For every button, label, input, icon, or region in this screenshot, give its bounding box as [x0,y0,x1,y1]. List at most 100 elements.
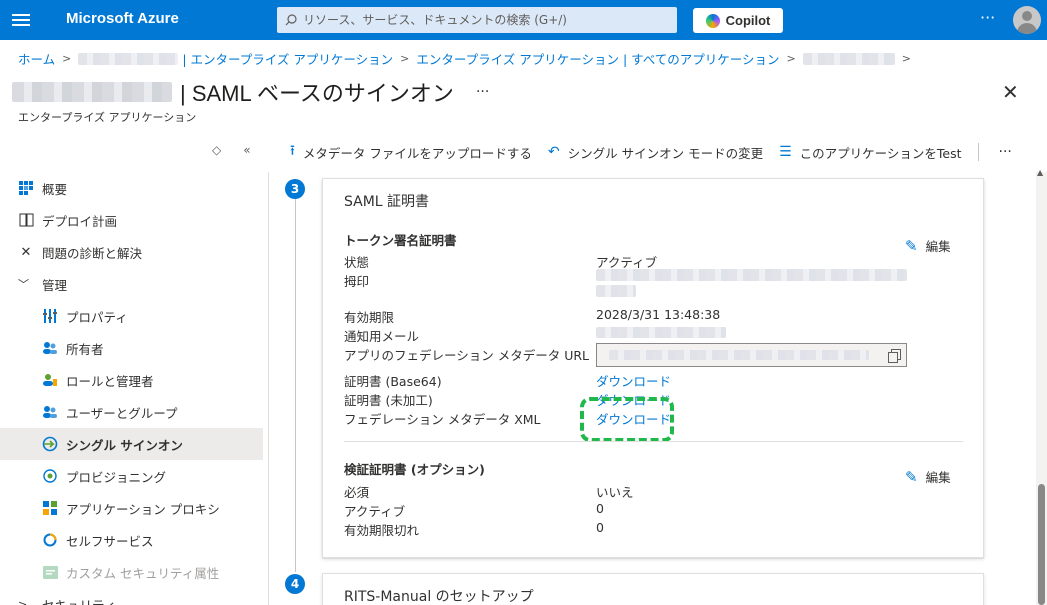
avatar[interactable] [1013,6,1041,34]
step-connector [295,197,296,572]
sidebar-item-roles[interactable]: ロールと管理者 [0,364,263,396]
change-sso-mode-label: シングル サインオン モードの変更 [567,145,764,161]
redacted-url [609,350,869,360]
section-divider [344,441,963,442]
notification-email-label: 通知用メール [344,329,420,344]
self-service-icon [42,532,58,548]
undo-icon: ↶ [547,144,560,160]
chevron-right-icon: > [18,597,28,605]
pane-divider [268,172,269,605]
app-proxy-icon [42,500,58,516]
chevron-right-icon: > [62,52,72,65]
collapse-icon[interactable]: « [243,143,250,157]
test-app-label: このアプリケーションをTest [799,145,962,161]
sidebar-item-label: プロビジョニング [66,469,167,485]
sidebar-item-self-service[interactable]: セルフサービス [0,524,263,556]
nav-tools: ◇ « [212,143,251,157]
copilot-button[interactable]: Copilot [693,8,783,33]
sidebar-item-label: アプリケーション プロキシ [66,501,220,517]
required-label: 必須 [344,485,370,500]
cert-raw-label: 証明書 (未加工) [344,393,433,408]
breadcrumb-home[interactable]: ホーム [18,49,55,68]
change-sso-mode-button[interactable]: ↶ シングル サインオン モードの変更 [548,143,763,162]
sidebar-item-app-proxy[interactable]: アプリケーション プロキシ [0,492,263,524]
sidebar-item-security[interactable]: > セキュリティ [0,588,263,605]
redacted-text [78,52,179,65]
step-badge: 4 [285,574,305,594]
chevron-down-icon: ﹀ [18,278,29,291]
sidebar-item-custom-attributes: カスタム セキュリティ属性 [0,556,263,588]
download-base64-link[interactable]: ダウンロード [596,371,671,390]
sidebar-item-label: デプロイ計画 [42,213,118,229]
expiration-value: 2028/3/31 13:48:38 [596,307,721,322]
sidebar-item-label: セキュリティ [42,597,117,605]
more-icon[interactable]: ··· [476,84,489,100]
wrench-icon: ✕ [20,244,32,260]
sidebar-item-users-groups[interactable]: ユーザーとグループ [0,396,263,428]
scrollbar-thumb[interactable] [1038,484,1045,605]
sidebar-item-label: 所有者 [66,341,104,357]
setup-card: RITS-Manual のセットアップ [322,573,984,605]
users-groups-icon [42,404,58,420]
toolbar-divider [977,143,979,161]
more-icon[interactable]: ··· [999,144,1012,160]
sidebar-item-label: セルフサービス [66,533,154,549]
breadcrumb: ホーム > | エンタープライズ アプリケーション > エンタープライズ アプリ… [18,49,918,68]
more-icon[interactable]: ··· [980,8,995,27]
search-input[interactable] [303,13,663,27]
download-raw-link[interactable]: ダウンロード [596,390,671,409]
sidebar-item-deploy-plan[interactable]: デプロイ計画 [0,204,263,236]
sidebar-item-label: ロールと管理者 [66,373,154,389]
federation-xml-label: フェデレーション メタデータ XML [344,412,541,427]
list-check-icon: ☰ [779,144,792,160]
top-bar: Microsoft Azure Copilot ··· [0,0,1047,40]
sidebar-item-properties[interactable]: プロパティ [0,300,263,332]
sidebar-item-label: 概要 [42,181,68,197]
verification-section-title: 検証証明書 (オプション) [344,462,485,477]
upload-metadata-button[interactable]: ⭱ メタデータ ファイルをアップロードする [290,140,532,164]
copy-icon[interactable] [888,349,901,363]
token-signing-section-title: トークン署名証明書 [344,233,457,248]
redacted-email [596,327,726,338]
sidebar-item-label: 管理 [42,277,68,293]
metadata-url-label: アプリのフェデレーション メタデータ URL [344,348,589,363]
sso-icon [42,436,58,452]
sidebar-item-diagnose[interactable]: ✕ 問題の診断と解決 [0,236,263,268]
expiration-label: 有効期限 [344,310,395,325]
edit-token-cert-button[interactable]: ✎ 編集 [905,236,951,255]
sidebar-item-label: 問題の診断と解決 [42,245,143,261]
custom-attr-icon [42,564,58,580]
edit-verification-cert-button[interactable]: ✎ 編集 [905,467,951,486]
upload-icon: ⭱ [290,143,295,159]
search-box[interactable] [277,7,677,33]
sidebar-item-overview[interactable]: 概要 [0,172,263,204]
metadata-url-field[interactable] [596,343,907,367]
redacted-thumbprint [596,285,636,297]
download-federation-xml-link[interactable]: ダウンロード [596,409,671,428]
brand-title[interactable]: Microsoft Azure [66,10,179,27]
sidebar-item-sso[interactable]: シングル サインオン [0,428,263,460]
title-row: | SAML ベースのサインオン ··· [12,76,489,108]
copilot-icon [705,13,720,28]
scroll-up-icon[interactable]: ▲ [1037,168,1043,177]
test-app-button[interactable]: ☰ このアプリケーションをTest [779,143,961,162]
chevron-right-icon: > [901,52,911,65]
page-subtitle: エンタープライズ アプリケーション [18,111,197,124]
sort-icon[interactable]: ◇ [212,143,221,157]
breadcrumb-enterprise-apps[interactable]: | エンタープライズ アプリケーション [182,49,393,68]
search-icon [285,14,297,26]
roles-icon [42,372,58,388]
redacted-text [802,52,895,65]
provisioning-icon [42,468,58,484]
sidebar-item-owners[interactable]: 所有者 [0,332,263,364]
sidebar-item-manage[interactable]: ﹀ 管理 [0,268,263,300]
upload-metadata-label: メタデータ ファイルをアップロードする [302,145,532,161]
command-bar: ⭱ メタデータ ファイルをアップロードする ↶ シングル サインオン モードの変… [290,140,1012,164]
saml-certificate-card: SAML 証明書 トークン署名証明書 ✎ 編集 状態 アクティブ 拇印 有効期限… [322,178,984,558]
close-icon[interactable]: ✕ [1002,82,1019,102]
breadcrumb-all-apps[interactable]: エンタープライズ アプリケーション | すべてのアプリケーション [416,49,779,68]
menu-icon[interactable] [12,11,30,29]
card-title: SAML 証明書 [344,194,430,210]
expired-value: 0 [596,520,604,535]
sidebar-item-provisioning[interactable]: プロビジョニング [0,460,263,492]
